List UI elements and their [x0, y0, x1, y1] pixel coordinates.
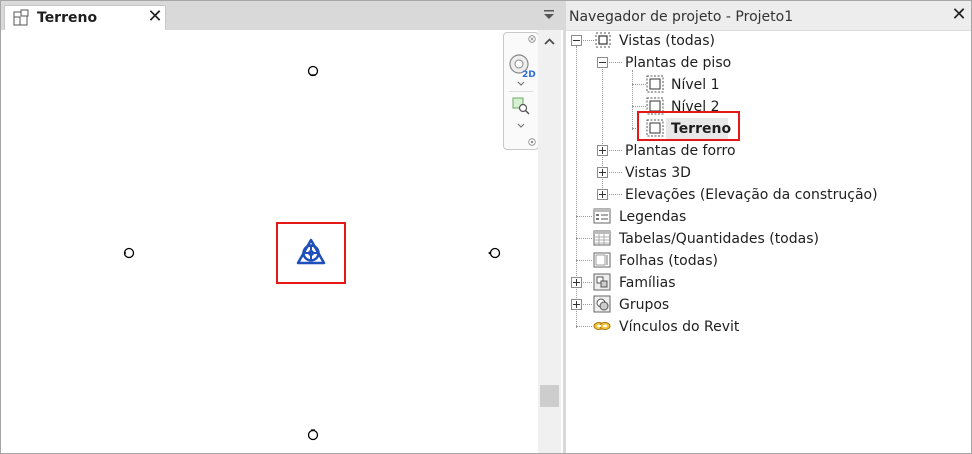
- collapse-toggle[interactable]: [571, 35, 582, 46]
- highlight-base-point: [276, 222, 346, 284]
- expand-toggle[interactable]: [597, 189, 608, 200]
- sheet-icon: [593, 252, 611, 268]
- steering-wheel-2d-icon[interactable]: 2D: [508, 53, 536, 79]
- close-small-icon[interactable]: [528, 35, 536, 43]
- tree-node-site[interactable]: Terreno: [566, 118, 966, 140]
- expand-toggle[interactable]: [571, 299, 582, 310]
- badge-2d: 2D: [522, 70, 536, 79]
- scrollbar-thumb[interactable]: [540, 385, 559, 407]
- project-browser-title: Navegador de projeto - Projeto1: [569, 9, 794, 25]
- expand-toggle[interactable]: [597, 167, 608, 178]
- revit-window: Terreno ✕ 2D Navegador de projeto - Proj…: [0, 0, 972, 454]
- project-browser-header: Navegador de projeto - Projeto1 ✕: [566, 1, 971, 31]
- view-tab-terreno[interactable]: Terreno ✕: [4, 5, 166, 30]
- view-tab-label: Terreno: [37, 10, 98, 26]
- collapse-toggle[interactable]: [597, 57, 608, 68]
- link-icon: [593, 322, 611, 330]
- elevation-marker-north-icon[interactable]: [306, 64, 320, 78]
- divider: [509, 91, 533, 92]
- close-icon[interactable]: ✕: [949, 4, 969, 26]
- drawing-canvas[interactable]: [4, 30, 537, 453]
- tree-node-schedules[interactable]: Tabelas/Quantidades (todas): [566, 228, 966, 250]
- tree-node-ceiling-plans[interactable]: Plantas de forro: [566, 140, 966, 162]
- options-small-icon[interactable]: [528, 138, 536, 146]
- tab-dropdown-icon[interactable]: [543, 9, 555, 21]
- legend-icon: [593, 208, 611, 224]
- chevron-down-icon[interactable]: [517, 81, 525, 87]
- tree-node-level-1[interactable]: Nível 1: [566, 74, 966, 96]
- tree-node-revit-links[interactable]: Vínculos do Revit: [566, 316, 966, 338]
- tree-node-level-2[interactable]: Nível 2: [566, 96, 966, 118]
- tree-node-3d-views[interactable]: Vistas 3D: [566, 162, 966, 184]
- view-control-bar: 2D: [503, 32, 539, 150]
- elevation-marker-east-icon[interactable]: [486, 246, 502, 260]
- zoom-region-icon[interactable]: [512, 97, 530, 115]
- tree-node-groups[interactable]: Grupos: [566, 294, 966, 316]
- project-browser: Navegador de projeto - Projeto1 ✕ Vistas…: [566, 1, 971, 453]
- families-icon: [593, 273, 611, 291]
- groups-icon: [593, 295, 611, 313]
- vertical-scrollbar[interactable]: [538, 30, 561, 453]
- tree-node-families[interactable]: Famílias: [566, 272, 966, 294]
- tree-node-legends[interactable]: Legendas: [566, 206, 966, 228]
- view-tab-bar: Terreno ✕: [1, 1, 563, 30]
- tree-node-floor-plans[interactable]: Plantas de piso: [566, 52, 966, 74]
- floor-plan-icon: [13, 9, 29, 26]
- view-panel: Terreno ✕ 2D: [1, 1, 563, 453]
- tree-node-sheets[interactable]: Folhas (todas): [566, 250, 966, 272]
- expand-toggle[interactable]: [597, 145, 608, 156]
- elevation-marker-west-icon[interactable]: [122, 246, 136, 260]
- tree-node-views[interactable]: Vistas (todas): [566, 30, 966, 52]
- chevron-up-icon[interactable]: [538, 34, 561, 50]
- chevron-down-icon[interactable]: [517, 123, 525, 129]
- floor-plan-view-icon: [646, 75, 664, 93]
- expand-toggle[interactable]: [571, 277, 582, 288]
- views-icon: [595, 32, 611, 48]
- highlight-site-node: [637, 111, 740, 141]
- tree-node-elevations[interactable]: Elevações (Elevação da construção): [566, 184, 966, 206]
- elevation-marker-south-icon[interactable]: [306, 427, 320, 441]
- close-icon[interactable]: ✕: [146, 6, 164, 28]
- project-tree: Vistas (todas) Plantas de piso Nível 1 N…: [566, 30, 971, 453]
- schedule-icon: [593, 230, 611, 246]
